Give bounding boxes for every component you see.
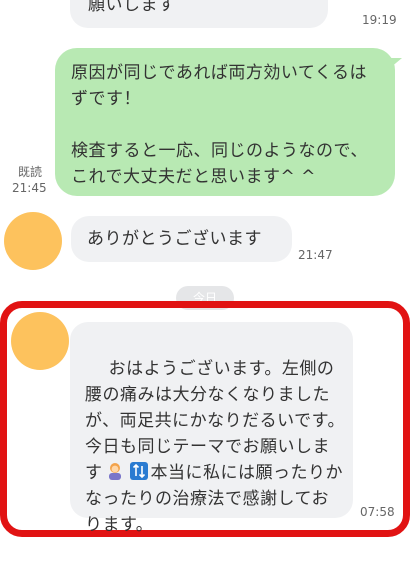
read-receipt: 既読 [18, 165, 43, 179]
message-text: おはようございます。左側の腰の痛みは大分なくなりましたが、両足共にかなりだるいで… [85, 330, 345, 564]
avatar[interactable] [11, 312, 69, 370]
message-time: 21:47 [298, 248, 333, 262]
up-down-arrow-icon [129, 461, 149, 481]
message-text: ありがとうございます [87, 229, 262, 249]
outgoing-message-bubble[interactable]: 原因が同じであれば両方効いてくるはずです！ 検査すると一応、同じのようなので、こ… [55, 48, 395, 196]
message-bubble-top[interactable]: 願いします [70, 0, 328, 28]
message-time: 07:58 [360, 505, 395, 519]
bubble-tail [390, 58, 402, 68]
message-bubble-latest[interactable]: おはようございます。左側の腰の痛みは大分なくなりましたが、両足共にかなりだるいで… [70, 322, 353, 535]
message-bubble-thanks[interactable]: ありがとうございます [71, 216, 292, 262]
message-time: 19:19 [362, 13, 397, 27]
outgoing-time: 21:45 [12, 181, 47, 195]
message-text: 願いします [88, 0, 176, 15]
outgoing-message-text: 原因が同じであれば両方効いてくるはずです！ 検査すると一応、同じのようなので、こ… [71, 63, 368, 187]
avatar[interactable] [4, 212, 62, 270]
person-emoji-icon [105, 461, 125, 481]
